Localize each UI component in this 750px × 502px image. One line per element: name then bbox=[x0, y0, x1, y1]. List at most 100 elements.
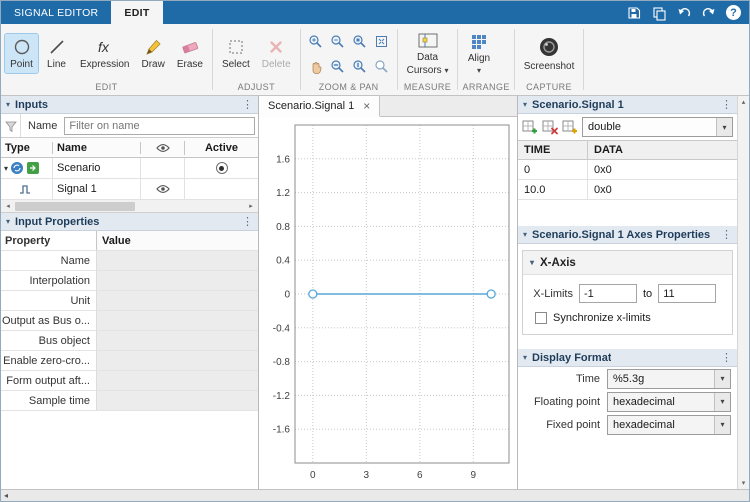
pan-button[interactable] bbox=[305, 54, 327, 79]
fit-view-button[interactable] bbox=[371, 29, 393, 54]
select-button[interactable]: Select bbox=[217, 34, 255, 73]
filter-funnel-button[interactable] bbox=[1, 114, 21, 137]
chevron-down-icon[interactable]: ▾ bbox=[716, 118, 732, 136]
chevron-down-icon: ▾ bbox=[444, 65, 449, 75]
property-row-unit[interactable]: Unit bbox=[1, 291, 258, 311]
panel-menu-icon[interactable]: ⋮ bbox=[721, 228, 732, 241]
x-axis-group: ▾ X-Axis X-Limits to Synchronize x-limit bbox=[522, 250, 733, 335]
collapse-arrow-icon[interactable]: ▾ bbox=[523, 230, 527, 239]
scroll-up-icon[interactable]: ▴ bbox=[742, 98, 746, 106]
zoom-out-button[interactable] bbox=[327, 29, 349, 54]
scroll-right-icon[interactable]: ▸ bbox=[244, 202, 258, 210]
erase-button[interactable]: Erase bbox=[172, 34, 208, 73]
draw-label: Draw bbox=[141, 59, 165, 70]
panel-menu-icon[interactable]: ⋮ bbox=[242, 215, 253, 228]
close-icon[interactable]: × bbox=[363, 100, 370, 112]
zoom-y-button[interactable] bbox=[349, 54, 371, 79]
col-data-label: DATA bbox=[594, 144, 623, 156]
add-row-icon[interactable] bbox=[522, 119, 539, 135]
screenshot-button[interactable]: Screenshot bbox=[519, 32, 580, 75]
help-button[interactable]: ? bbox=[726, 5, 741, 20]
collapse-arrow-icon[interactable]: ▾ bbox=[6, 100, 10, 109]
active-radio[interactable] bbox=[215, 162, 228, 174]
axes-panel-header: ▾ Scenario.Signal 1 Axes Properties ⋮ bbox=[518, 226, 737, 244]
signal-data-row[interactable]: 0 0x0 bbox=[518, 160, 737, 180]
delete-button[interactable]: Delete bbox=[257, 34, 296, 73]
chevron-down-icon[interactable]: ▾ bbox=[714, 392, 730, 411]
sync-x-limits-checkbox[interactable] bbox=[535, 312, 547, 324]
table-row-scenario[interactable]: ▾ Scenario bbox=[1, 158, 258, 179]
delete-row-icon[interactable] bbox=[542, 119, 559, 135]
tab-scenario-signal1[interactable]: Scenario.Signal 1 × bbox=[259, 96, 381, 117]
property-row-form-output[interactable]: Form output aft... bbox=[1, 371, 258, 391]
scenario-name: Scenario bbox=[57, 162, 101, 174]
property-row-output-as-bus[interactable]: Output as Bus o... bbox=[1, 311, 258, 331]
property-value[interactable] bbox=[97, 291, 258, 310]
property-value[interactable] bbox=[97, 331, 258, 350]
panel-menu-icon[interactable]: ⋮ bbox=[721, 351, 732, 364]
signal-panel-header: ▾ Scenario.Signal 1 ⋮ bbox=[518, 96, 737, 114]
panel-menu-icon[interactable]: ⋮ bbox=[242, 98, 253, 111]
save-icon[interactable] bbox=[626, 5, 642, 21]
property-row-enable-zero-crossing[interactable]: Enable zero-cro... bbox=[1, 351, 258, 371]
display-format-header: ▾ Display Format ⋮ bbox=[518, 349, 737, 367]
property-value[interactable] bbox=[97, 251, 258, 270]
ribbon-section-measure: Data Cursors ▾ MEASURE bbox=[398, 24, 458, 95]
collapse-arrow-icon[interactable]: ▾ bbox=[523, 353, 527, 362]
section-label-arrange: ARRANGE bbox=[462, 82, 510, 92]
scroll-left-icon[interactable]: ◂ bbox=[1, 202, 15, 210]
expression-button[interactable]: fx Expression bbox=[75, 34, 134, 73]
property-value[interactable] bbox=[97, 371, 258, 390]
table-row-signal1[interactable]: Signal 1 bbox=[1, 179, 258, 200]
property-row-interpolation[interactable]: Interpolation bbox=[1, 271, 258, 291]
collapse-panel-icon[interactable]: ◂ bbox=[4, 491, 8, 500]
property-value[interactable] bbox=[97, 271, 258, 290]
zoom-in-button[interactable] bbox=[305, 29, 327, 54]
chevron-down-icon[interactable]: ▾ bbox=[714, 415, 730, 434]
data-cursors-button[interactable]: Data Cursors ▾ bbox=[402, 29, 454, 79]
tab-edit[interactable]: EDIT bbox=[111, 1, 163, 24]
x-axis-group-header[interactable]: ▾ X-Axis bbox=[523, 251, 732, 275]
insert-row-icon[interactable] bbox=[562, 119, 579, 135]
collapse-arrow-icon[interactable]: ▾ bbox=[523, 100, 527, 109]
zoom-x-button[interactable] bbox=[327, 54, 349, 79]
point-button[interactable]: Point bbox=[4, 33, 39, 74]
inputs-horizontal-scrollbar[interactable]: ◂ ▸ bbox=[1, 200, 258, 213]
data-type-dropdown[interactable]: double ▾ bbox=[582, 117, 733, 137]
property-row-sample-time[interactable]: Sample time bbox=[1, 391, 258, 411]
property-row-name[interactable]: Name bbox=[1, 251, 258, 271]
redo-icon[interactable] bbox=[701, 5, 717, 21]
col-active-label: Active bbox=[204, 141, 239, 154]
scrollbar-thumb[interactable] bbox=[15, 201, 135, 211]
zoom-region-button[interactable] bbox=[349, 29, 371, 54]
chevron-down-icon[interactable]: ▾ bbox=[714, 369, 730, 388]
property-row-bus-object[interactable]: Bus object bbox=[1, 331, 258, 351]
collapse-arrow-icon: ▾ bbox=[530, 258, 535, 267]
align-button[interactable]: Align ▾ bbox=[462, 30, 495, 78]
floating-point-dropdown[interactable]: hexadecimal ▾ bbox=[607, 391, 731, 412]
tab-signal-editor[interactable]: SIGNAL EDITOR bbox=[1, 1, 111, 24]
property-value[interactable] bbox=[97, 391, 258, 410]
signal-plot[interactable]: 0 3 6 9 -1.6 -1.2 -0.8 -0.4 0 0.4 0.8 1.2 1.6 bbox=[259, 117, 519, 491]
draw-button[interactable]: Draw bbox=[136, 34, 169, 73]
x-min-input[interactable] bbox=[579, 284, 637, 303]
filter-input[interactable] bbox=[64, 116, 255, 135]
x-max-input[interactable] bbox=[658, 284, 717, 303]
zoom-reset-button[interactable] bbox=[371, 54, 393, 79]
eye-icon[interactable] bbox=[155, 182, 171, 196]
expander-icon[interactable]: ▾ bbox=[4, 164, 8, 173]
inputs-panel: ▾ Inputs ⋮ Name Type Name Active bbox=[1, 96, 259, 489]
panel-menu-icon[interactable]: ⋮ bbox=[721, 98, 732, 111]
undo-icon[interactable] bbox=[676, 5, 692, 21]
time-format-dropdown[interactable]: %5.3g ▾ bbox=[607, 368, 731, 389]
property-value[interactable] bbox=[97, 351, 258, 370]
property-value[interactable] bbox=[97, 311, 258, 330]
line-button[interactable]: Line bbox=[40, 34, 73, 73]
signal-data-row[interactable]: 10.0 0x0 bbox=[518, 180, 737, 200]
col-type-label: Type bbox=[5, 141, 30, 154]
right-vertical-scrollbar[interactable]: ▴ ▾ bbox=[737, 96, 749, 489]
scroll-down-icon[interactable]: ▾ bbox=[742, 479, 746, 487]
collapse-arrow-icon[interactable]: ▾ bbox=[6, 217, 10, 226]
fixed-point-dropdown[interactable]: hexadecimal ▾ bbox=[607, 414, 731, 435]
copy-icon[interactable] bbox=[651, 5, 667, 21]
